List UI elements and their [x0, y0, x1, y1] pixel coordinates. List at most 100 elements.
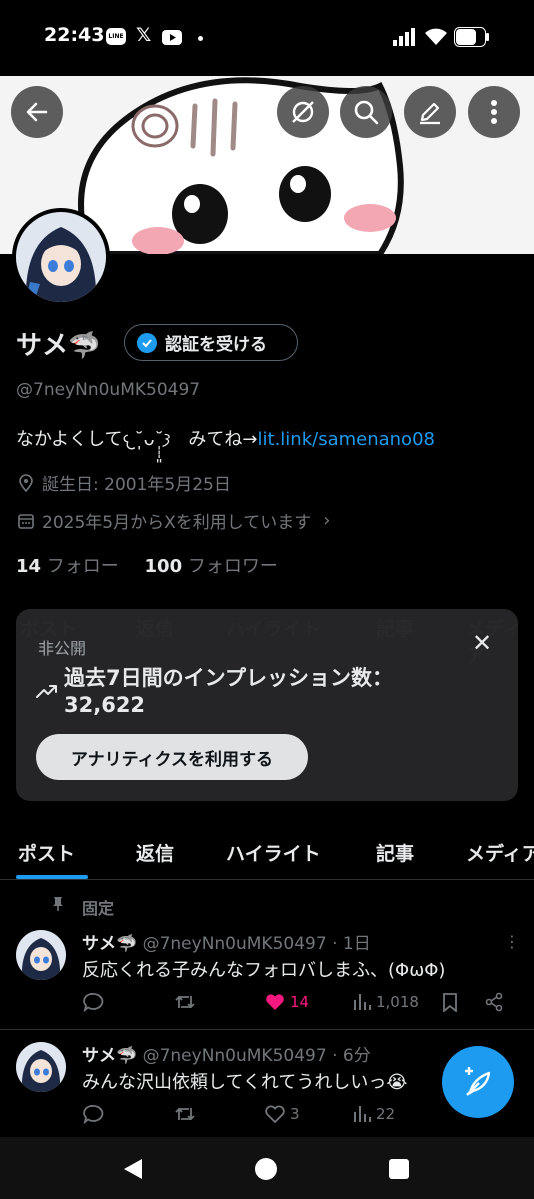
- tweet-1[interactable]: サメ🦈 @7neyNn0uMK50497 · 1日 ⋮ 反応くれる子みんなフォロ…: [0, 920, 534, 1030]
- active-tab-indicator: [16, 875, 88, 879]
- impressions-title: 過去7日間のインプレッション数： 32,622: [64, 665, 393, 719]
- followers-count: 100: [144, 556, 183, 577]
- edit-button[interactable]: [404, 86, 456, 138]
- more-vertical-icon: [491, 100, 497, 124]
- profile-name: サメ🦈: [16, 331, 101, 361]
- status-bar: 22:43 LINE 𝕏: [0, 0, 534, 76]
- location-pin-icon: [19, 473, 33, 492]
- bookmark-icon: [443, 993, 457, 1012]
- bio-text: なかよくして𐔌˘̩̩̩ᴗ˘̩̩̩͈𐦯 みてね→: [16, 429, 258, 450]
- profile-handle: @7neyNn0uMK50497: [16, 380, 201, 400]
- tab-articles[interactable]: 記事: [376, 839, 414, 866]
- get-verified-button[interactable]: 認証を受ける: [124, 324, 298, 361]
- compose-feather-icon: [465, 1067, 491, 1096]
- following-link[interactable]: 14 フォロー: [16, 556, 119, 577]
- nav-recents-icon[interactable]: [389, 1159, 409, 1179]
- like-button[interactable]: 14: [264, 992, 309, 1012]
- birthday-text: 誕生日: 2001年5月25日: [42, 475, 231, 495]
- like-count: 14: [290, 993, 310, 1011]
- reply-icon: [83, 993, 104, 1012]
- repost-icon: [175, 1107, 195, 1121]
- impressions-value: 32,622: [64, 693, 146, 717]
- tweet-author[interactable]: サメ🦈: [82, 934, 137, 954]
- tweet-handle: @7neyNn0uMK50497: [142, 934, 327, 954]
- tweet-header: サメ🦈 @7neyNn0uMK50497 · 1日: [82, 929, 371, 954]
- repost-button[interactable]: [174, 992, 196, 1012]
- repost-icon: [175, 995, 195, 1009]
- like-count: 3: [290, 1105, 300, 1123]
- nav-home-icon[interactable]: [255, 1158, 277, 1180]
- tweet-header: サメ🦈 @7neyNn0uMK50497 · 6分: [82, 1041, 371, 1066]
- compose-post-button[interactable]: [442, 1046, 514, 1118]
- line-icon: LINE: [106, 28, 126, 45]
- verified-badge-icon: [137, 332, 157, 353]
- reply-icon: [83, 1105, 104, 1124]
- youtube-icon: [162, 30, 182, 45]
- signal-icon: [393, 28, 415, 46]
- grok-button[interactable]: [277, 86, 329, 138]
- profile-bio: なかよくして𐔌˘̩̩̩ᴗ˘̩̩̩͈𐦯 みてね→lit.link/samenano…: [16, 425, 435, 453]
- like-button[interactable]: 3: [264, 1104, 300, 1124]
- tab-replies[interactable]: 返信: [136, 839, 174, 866]
- follow-stats: 14 フォロー 100 フォロワー: [16, 552, 278, 578]
- followers-label: フォロワー: [187, 556, 278, 577]
- bio-link[interactable]: lit.link/samenano08: [258, 429, 435, 450]
- status-time: 22:43: [44, 24, 105, 46]
- x-icon: 𝕏: [136, 24, 152, 46]
- tab-highlights[interactable]: ハイライト: [226, 839, 321, 866]
- bookmark-button[interactable]: [440, 992, 460, 1012]
- more-button[interactable]: [468, 86, 520, 138]
- private-label: 非公開: [38, 639, 87, 658]
- views-button[interactable]: 22: [352, 1104, 395, 1124]
- trending-up-icon: [36, 685, 57, 698]
- close-icon[interactable]: ✕: [472, 629, 492, 657]
- following-count: 14: [16, 556, 42, 577]
- reply-button[interactable]: [82, 1104, 104, 1124]
- reply-button[interactable]: [82, 992, 104, 1012]
- divider: [0, 1029, 534, 1030]
- tweet-author[interactable]: サメ🦈: [82, 1046, 137, 1066]
- analytics-icon: [354, 1106, 371, 1122]
- repost-button[interactable]: [174, 1104, 196, 1124]
- analytics-button[interactable]: アナリティクスを利用する: [36, 734, 308, 780]
- wifi-icon: [425, 28, 447, 45]
- views-count: 22: [376, 1105, 396, 1123]
- avatar-image: [16, 212, 106, 302]
- avatar[interactable]: [16, 1042, 66, 1092]
- profile-tabs: ポスト 返信 ハイライト 記事 メディア: [0, 832, 534, 880]
- tweet-text: 反応くれる子みんなフォロバしまふ、(ΦωΦ): [82, 960, 446, 981]
- joined-text: 2025年5月からXを利用しています: [42, 513, 312, 533]
- profile-birthday: 誕生日: 2001年5月25日: [18, 470, 231, 495]
- pencil-icon: [420, 102, 440, 125]
- pinned-label: 固定: [82, 899, 115, 918]
- following-label: フォロー: [46, 556, 119, 577]
- get-verified-label: 認証を受ける: [165, 335, 267, 355]
- followers-link[interactable]: 100 フォロワー: [145, 556, 278, 577]
- back-button[interactable]: [11, 86, 63, 138]
- tweet-text: みんな沢山依頼してくれてうれしいっ😭: [82, 1072, 408, 1093]
- heart-filled-icon: [266, 994, 284, 1010]
- dot-icon: [198, 36, 203, 41]
- search-icon: [354, 100, 379, 125]
- tab-media[interactable]: メディア: [466, 839, 534, 866]
- profile-avatar[interactable]: [12, 208, 110, 306]
- tab-posts[interactable]: ポスト: [18, 839, 75, 866]
- views-count: 1,018: [376, 993, 419, 1011]
- share-button[interactable]: [484, 992, 504, 1012]
- more-vertical-icon[interactable]: ⋮: [504, 932, 520, 951]
- system-nav-bar: [0, 1137, 534, 1199]
- share-icon: [485, 992, 503, 1012]
- impressions-label: 過去7日間のインプレッション数：: [64, 666, 393, 690]
- tweet-handle: @7neyNn0uMK50497: [142, 1046, 327, 1066]
- views-button[interactable]: 1,018: [352, 992, 419, 1012]
- search-button[interactable]: [340, 86, 392, 138]
- avatar[interactable]: [16, 930, 66, 980]
- profile-joined[interactable]: 2025年5月からXを利用しています ›: [18, 508, 330, 533]
- battery-icon: [454, 27, 489, 47]
- tweet-time: · 1日: [332, 934, 371, 954]
- calendar-icon: [18, 513, 34, 529]
- tweet-time: · 6分: [332, 1046, 371, 1066]
- pin-icon: [53, 897, 63, 911]
- analytics-icon: [354, 994, 371, 1010]
- nav-back-icon[interactable]: [122, 1157, 144, 1181]
